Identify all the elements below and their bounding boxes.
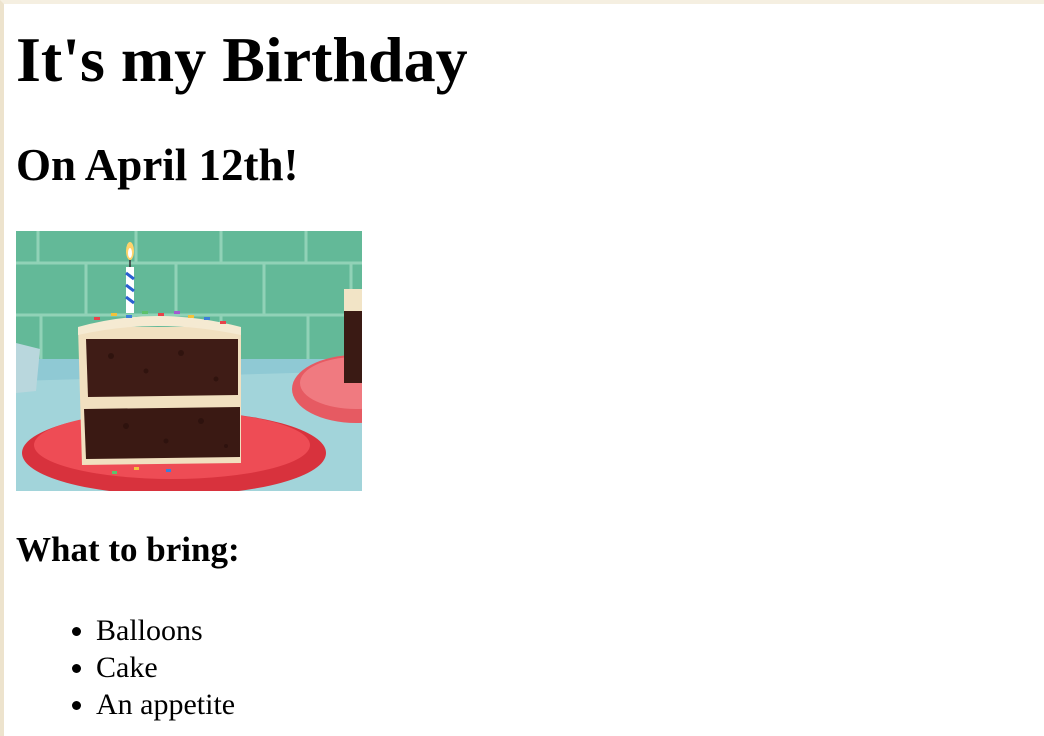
bring-list: Balloons Cake An appetite [16, 612, 235, 723]
list-item: Balloons [96, 612, 235, 649]
list-item: Cake [96, 649, 235, 686]
birthday-cake-image [16, 231, 362, 491]
date-subheading: On April 12th! [16, 140, 299, 190]
list-item: An appetite [96, 686, 235, 723]
bring-list-heading: What to bring: [16, 530, 240, 569]
page-title: It's my Birthday [16, 24, 468, 95]
